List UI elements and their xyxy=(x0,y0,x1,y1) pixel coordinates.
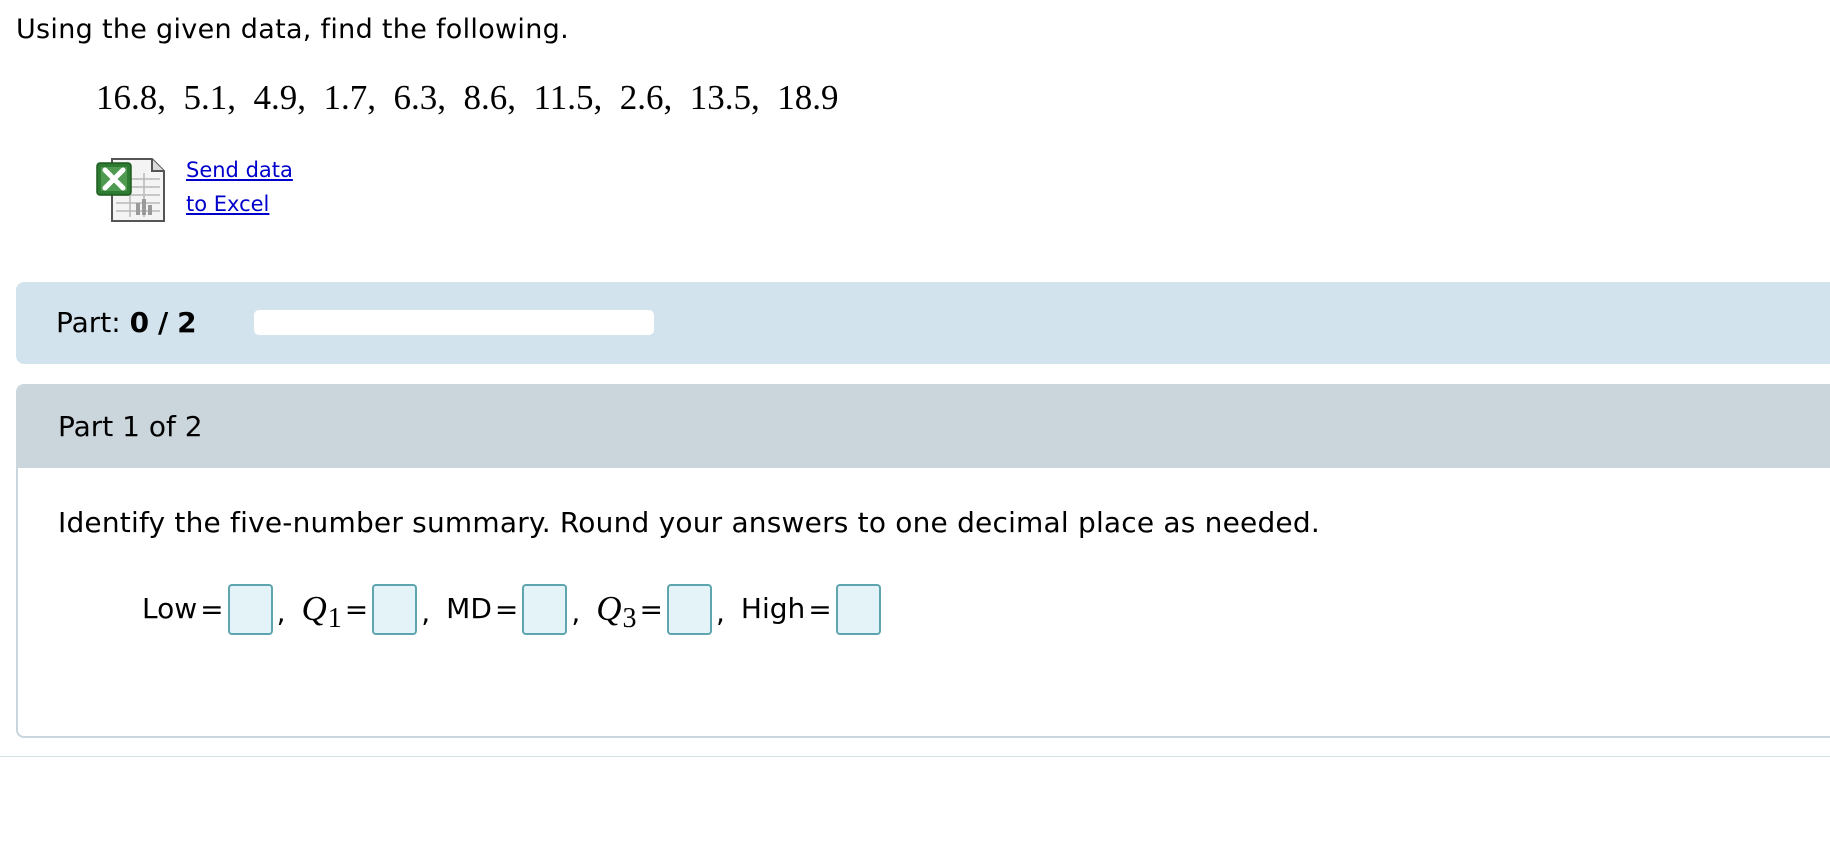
progress-label: Part: 0 / 2 xyxy=(56,304,197,342)
excel-link-line1[interactable]: Send data xyxy=(186,153,293,187)
md-label: MD xyxy=(446,592,492,625)
progress-separator: / xyxy=(158,306,169,339)
equals-sign: = xyxy=(494,592,519,626)
comma: , xyxy=(716,595,725,629)
progress-current: 0 xyxy=(129,306,150,339)
q3-symbol: Q xyxy=(596,589,622,628)
equals-sign: = xyxy=(808,592,832,626)
equals-sign: = xyxy=(344,592,369,626)
md-input[interactable] xyxy=(522,583,568,635)
low-input[interactable] xyxy=(227,583,273,635)
equals-sign: = xyxy=(200,592,224,626)
high-input[interactable] xyxy=(835,583,881,635)
comma: , xyxy=(421,595,431,629)
q1-symbol: Q xyxy=(301,589,327,628)
page: Using the given data, find the following… xyxy=(0,0,1830,842)
progress-bar xyxy=(254,310,654,335)
data-values: 16.8, 5.1, 4.9, 1.7, 6.3, 8.6, 11.5, 2.6… xyxy=(96,78,839,117)
comma: , xyxy=(276,595,286,629)
excel-spreadsheet-icon[interactable] xyxy=(96,157,166,223)
progress-label-text: Part: xyxy=(56,306,121,339)
part-card: Part 1 of 2 Identify the five-number sum… xyxy=(16,384,1830,738)
send-data-to-excel-link[interactable]: Send data to Excel xyxy=(186,153,293,221)
five-number-summary-row: Low = , Q1 = , MD = , Q3 = , High = xyxy=(142,579,881,639)
progress-banner: Part: 0 / 2 xyxy=(16,282,1830,364)
q1-subscript: 1 xyxy=(327,603,342,634)
q1-input[interactable] xyxy=(372,583,418,635)
question-text: Identify the five-number summary. Round … xyxy=(58,506,1320,539)
equals-sign: = xyxy=(639,592,664,626)
high-label: High xyxy=(740,592,806,625)
excel-link-line2[interactable]: to Excel xyxy=(186,187,293,221)
part-header: Part 1 of 2 xyxy=(18,386,1830,468)
low-label: Low xyxy=(142,592,198,625)
divider xyxy=(0,756,1830,757)
q3-input[interactable] xyxy=(667,583,713,635)
comma: , xyxy=(571,595,581,629)
instruction-text: Using the given data, find the following… xyxy=(16,14,569,45)
progress-total: 2 xyxy=(177,306,197,339)
part-title: Part 1 of 2 xyxy=(58,410,203,443)
q3-subscript: 3 xyxy=(622,603,637,634)
